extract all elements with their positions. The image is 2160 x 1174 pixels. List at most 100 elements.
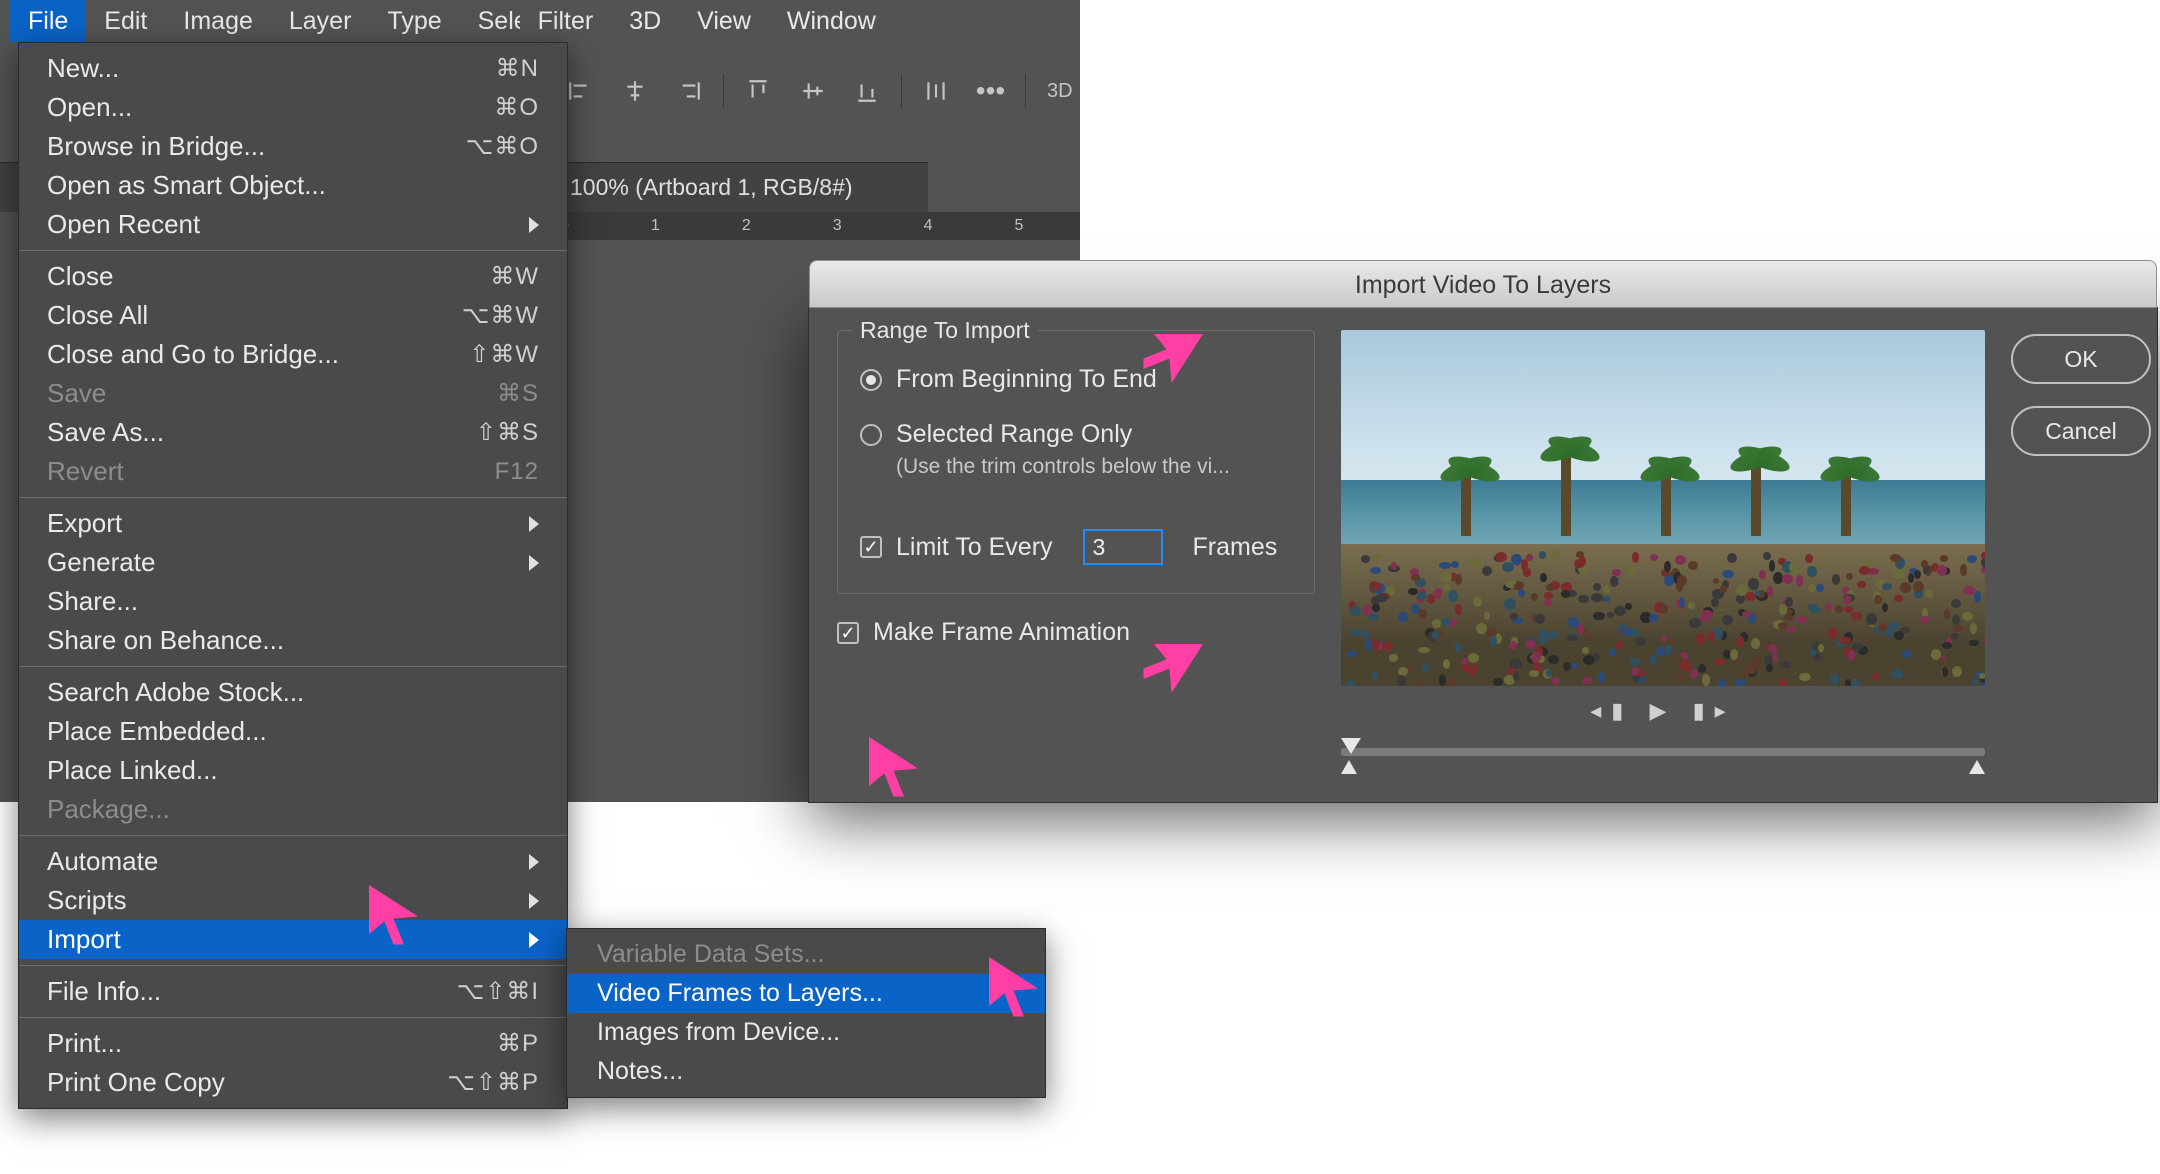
menu-item-label: Open Recent <box>47 209 519 240</box>
submenu-arrow-icon <box>529 932 539 948</box>
file-menu-item[interactable]: Open Recent <box>19 205 567 244</box>
shortcut-label: ⌥⌘O <box>466 132 539 161</box>
menu-file[interactable]: File <box>10 0 86 42</box>
submenu-arrow-icon <box>529 516 539 532</box>
align-top-icon[interactable] <box>738 70 778 112</box>
transport-controls[interactable]: ◂▮ ▶ ▮▸ <box>1341 698 1985 724</box>
file-menu-item[interactable]: Close⌘W <box>19 257 567 296</box>
menu-item-label: Browse in Bridge... <box>47 131 466 162</box>
file-menu-item[interactable]: Export <box>19 504 567 543</box>
submenu-arrow-icon <box>529 555 539 571</box>
file-menu-item[interactable]: Share... <box>19 582 567 621</box>
file-menu-item[interactable]: Automate <box>19 842 567 881</box>
menu-select[interactable]: Select <box>460 0 520 42</box>
prev-frame-icon[interactable]: ◂▮ <box>1590 698 1633 723</box>
file-menu-item[interactable]: Scripts <box>19 881 567 920</box>
file-menu-item[interactable]: New...⌘N <box>19 49 567 88</box>
distribute-icon[interactable] <box>916 70 956 112</box>
file-menu-item[interactable]: Print One Copy⌥⇧⌘P <box>19 1063 567 1102</box>
play-icon[interactable]: ▶ <box>1650 698 1677 723</box>
range-to-import-group: Range To Import From Beginning To End Se… <box>837 330 1315 594</box>
menu-item-label: Open... <box>47 92 494 123</box>
align-bottom-icon[interactable] <box>847 70 887 112</box>
more-icon[interactable]: ••• <box>970 70 1010 112</box>
menu-layer[interactable]: Layer <box>271 0 370 42</box>
file-menu-item[interactable]: Search Adobe Stock... <box>19 673 567 712</box>
menu-item-label: Package... <box>47 794 539 825</box>
menu-edit[interactable]: Edit <box>86 0 165 42</box>
shortcut-label: ⌥⌘W <box>462 301 539 330</box>
menu-window[interactable]: Window <box>769 0 894 42</box>
menu-item-label: Place Embedded... <box>47 716 539 747</box>
cancel-button[interactable]: Cancel <box>2011 406 2151 456</box>
radio-selected-range[interactable]: Selected Range Only <box>860 420 1292 449</box>
file-menu-item[interactable]: Close and Go to Bridge...⇧⌘W <box>19 335 567 374</box>
menu-filter[interactable]: Filter <box>520 0 612 42</box>
menu-item-label: Print... <box>47 1028 497 1059</box>
menu-item-label: Images from Device... <box>597 1018 1015 1047</box>
ruler-mark: 4 <box>924 217 933 235</box>
file-menu-item[interactable]: Share on Behance... <box>19 621 567 660</box>
submenu-arrow-icon <box>529 217 539 233</box>
range-legend: Range To Import <box>852 317 1038 344</box>
import-submenu-item[interactable]: Images from Device... <box>567 1013 1045 1052</box>
file-menu-item[interactable]: File Info...⌥⇧⌘I <box>19 972 567 1011</box>
menu-item-label: Notes... <box>597 1057 1015 1086</box>
menu-item-label: Video Frames to Layers... <box>597 979 1015 1008</box>
menu-item-label: File Info... <box>47 976 457 1007</box>
file-menu-item: Save⌘S <box>19 374 567 413</box>
menu-item-label: Variable Data Sets... <box>597 940 1015 969</box>
menu-item-label: Search Adobe Stock... <box>47 677 539 708</box>
in-point-icon[interactable] <box>1341 760 1357 774</box>
file-menu-item[interactable]: Open as Smart Object... <box>19 166 567 205</box>
file-menu-item[interactable]: Place Linked... <box>19 751 567 790</box>
menu-item-label: Generate <box>47 547 519 578</box>
menu-3d[interactable]: 3D <box>611 0 679 42</box>
import-submenu-item[interactable]: Video Frames to Layers... <box>567 974 1045 1013</box>
menu-item-label: Share... <box>47 586 539 617</box>
submenu-arrow-icon <box>529 893 539 909</box>
next-frame-icon[interactable]: ▮▸ <box>1693 698 1736 723</box>
radio-icon <box>860 424 882 446</box>
menu-type[interactable]: Type <box>369 0 459 42</box>
align-center-v-icon[interactable] <box>792 70 832 112</box>
shortcut-label: ⇧⌘S <box>476 418 539 447</box>
import-submenu: Variable Data Sets... Video Frames to Lay… <box>566 928 1046 1098</box>
menu-item-label: Import <box>47 924 519 955</box>
radio-from-beginning[interactable]: From Beginning To End <box>860 365 1292 394</box>
menu-view[interactable]: View <box>679 0 769 42</box>
radio-icon <box>860 369 882 391</box>
file-menu-item[interactable]: Print...⌘P <box>19 1024 567 1063</box>
mode-3d-label[interactable]: 3D <box>1040 70 1080 112</box>
ruler-mark: 1 <box>651 217 660 235</box>
align-right-icon[interactable] <box>669 70 709 112</box>
file-dropdown: New...⌘NOpen...⌘OBrowse in Bridge...⌥⌘OO… <box>18 42 568 1109</box>
ok-button[interactable]: OK <box>2011 334 2151 384</box>
limit-frames-input[interactable] <box>1083 529 1163 565</box>
ruler: 0 1 2 3 4 5 <box>560 212 1080 240</box>
file-menu-item[interactable]: Import <box>19 920 567 959</box>
file-menu-item[interactable]: Generate <box>19 543 567 582</box>
file-menu-item[interactable]: Close All⌥⌘W <box>19 296 567 335</box>
menu-image[interactable]: Image <box>165 0 270 42</box>
file-menu-item[interactable]: Browse in Bridge...⌥⌘O <box>19 127 567 166</box>
file-menu-item[interactable]: Save As...⇧⌘S <box>19 413 567 452</box>
trim-slider[interactable] <box>1341 738 1985 768</box>
menu-item-label: Place Linked... <box>47 755 539 786</box>
menu-item-label: Close and Go to Bridge... <box>47 339 469 370</box>
checkbox-limit-to-every[interactable]: Limit To Every Frames <box>860 529 1292 565</box>
file-menu-item: Package... <box>19 790 567 829</box>
menu-item-label: Save <box>47 378 497 409</box>
file-menu-item[interactable]: Place Embedded... <box>19 712 567 751</box>
checkbox-make-frame-animation[interactable]: Make Frame Animation <box>837 618 1315 647</box>
menu-item-label: Share on Behance... <box>47 625 539 656</box>
out-point-icon[interactable] <box>1969 760 1985 774</box>
file-menu-item[interactable]: Open...⌘O <box>19 88 567 127</box>
playhead-icon[interactable] <box>1341 738 1361 754</box>
import-submenu-item[interactable]: Notes... <box>567 1052 1045 1091</box>
align-center-h-icon[interactable] <box>614 70 654 112</box>
shortcut-label: ⌘W <box>490 262 539 291</box>
file-menu-item: RevertF12 <box>19 452 567 491</box>
menu-item-label: Open as Smart Object... <box>47 170 539 201</box>
menu-item-label: Export <box>47 508 519 539</box>
